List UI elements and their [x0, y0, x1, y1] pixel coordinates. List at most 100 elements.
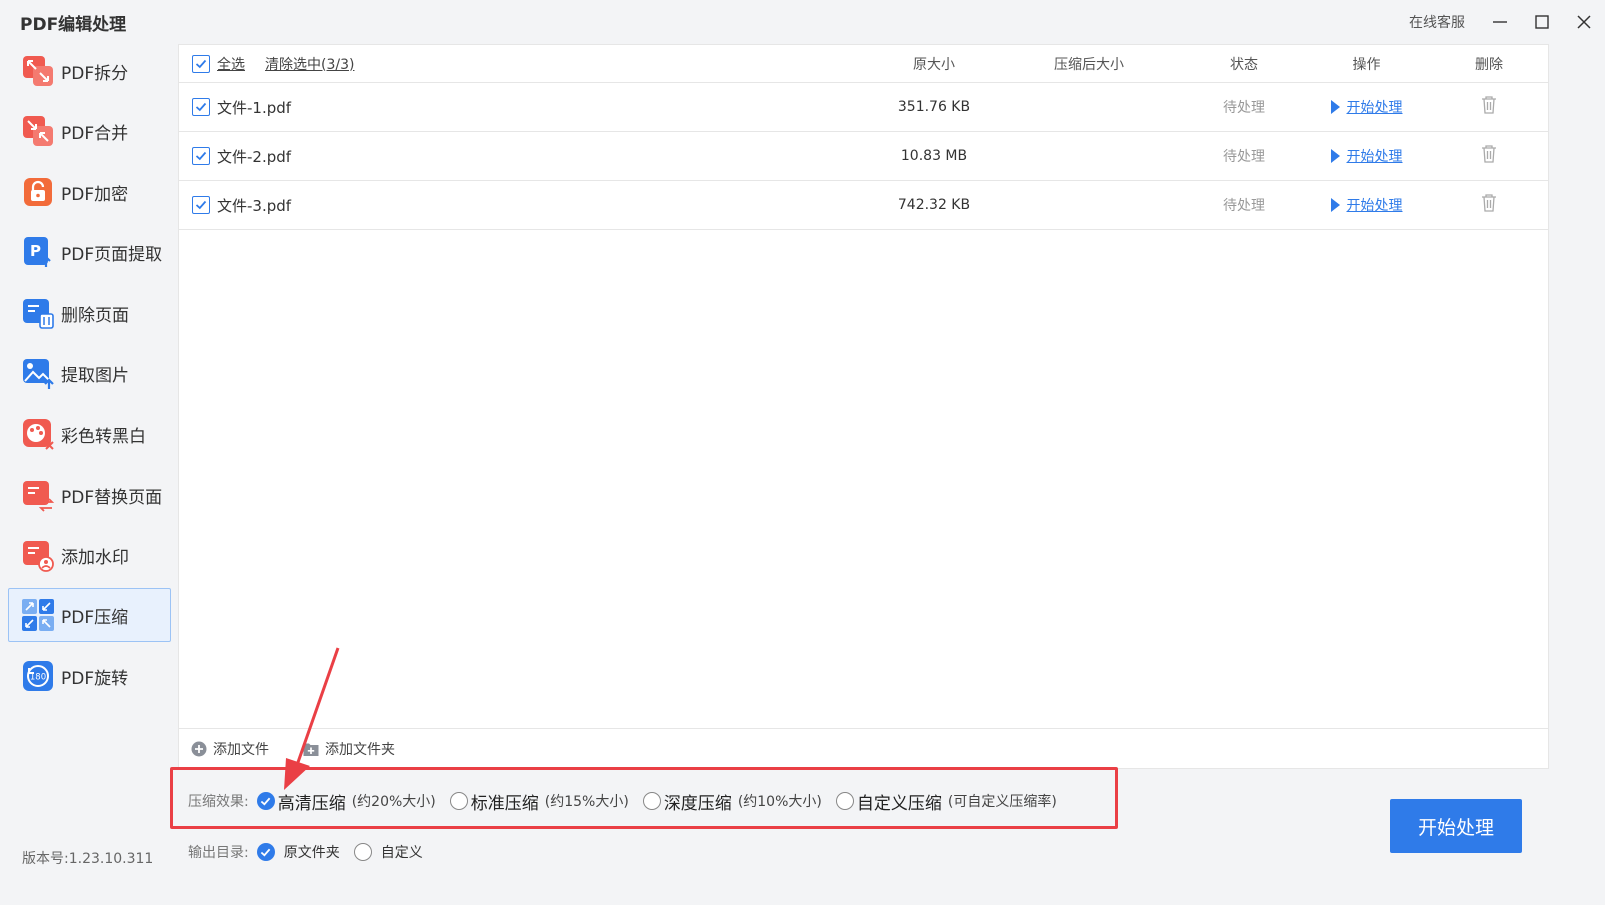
option-original-folder-label: 原文件夹: [283, 845, 340, 861]
sidebar-item-label: PDF加密: [61, 184, 129, 205]
checkmark-icon: [195, 59, 207, 69]
rotate-icon: 180: [21, 659, 55, 693]
watermark-icon: [21, 538, 55, 572]
minimize-button[interactable]: [1479, 0, 1521, 44]
file-size: 742.32 KB: [897, 197, 971, 213]
radio-custom-folder[interactable]: [353, 843, 372, 861]
checkmark-icon: [195, 151, 207, 161]
sidebar-item-encrypt[interactable]: PDF加密: [8, 165, 171, 219]
select-all-checkbox[interactable]: [192, 55, 210, 73]
start-process-link[interactable]: 开始处理: [1330, 195, 1403, 215]
sidebar-item-compress[interactable]: PDF压缩: [8, 588, 171, 642]
sidebar-item-label: PDF合并: [61, 123, 129, 144]
sidebar-item-label: 删除页面: [61, 305, 129, 326]
add-file-button[interactable]: 添加文件: [191, 739, 269, 759]
split-icon: [21, 54, 55, 88]
delete-row-button[interactable]: [1480, 144, 1498, 168]
file-status: 待处理: [1223, 149, 1265, 165]
header-orig-size: 原大小: [913, 56, 955, 73]
file-name: 文件-3.pdf: [217, 196, 292, 215]
table-row: 文件-2.pdf 10.83 MB 待处理 开始处理: [179, 132, 1548, 181]
select-all-link[interactable]: 全选: [217, 54, 245, 74]
row-checkbox[interactable]: [192, 147, 210, 165]
option-deep-label: 深度压缩: [663, 793, 732, 814]
file-status: 待处理: [1223, 198, 1265, 214]
rotate-badge-text: 180: [30, 673, 46, 683]
sidebar-item-label: PDF替换页面: [61, 487, 163, 508]
file-size: 351.76 KB: [897, 99, 971, 115]
option-hd-note: (约20%大小): [351, 794, 436, 810]
header-action: 操作: [1352, 56, 1381, 73]
sidebar-item-label: 彩色转黑白: [61, 426, 146, 447]
app-title: PDF编辑处理: [20, 15, 127, 35]
delete-page-icon: [21, 296, 55, 330]
sidebar-item-delete-page[interactable]: 删除页面: [8, 286, 171, 340]
header-status: 状态: [1230, 56, 1258, 73]
trash-icon: [1482, 96, 1496, 114]
close-button[interactable]: [1563, 0, 1605, 44]
file-size: 10.83 MB: [900, 148, 968, 164]
panel-footer: 添加文件 添加文件夹: [179, 728, 1548, 768]
delete-row-button[interactable]: [1480, 193, 1498, 217]
play-icon: [1330, 149, 1340, 163]
radio-deep-compression[interactable]: [642, 792, 661, 810]
sidebar-item-label: PDF页面提取: [61, 244, 163, 265]
merge-icon: [21, 114, 55, 148]
delete-row-button[interactable]: [1480, 95, 1498, 119]
sidebar: PDF拆分 PDF合并 PDF加密 P PDF页面提取 删除页面 提取图片 彩色…: [0, 44, 178, 905]
checkmark-icon: [260, 848, 271, 857]
sidebar-item-watermark[interactable]: 添加水印: [8, 528, 171, 582]
annotation-arrow: [284, 647, 340, 790]
sidebar-item-grayscale[interactable]: 彩色转黑白: [8, 407, 171, 461]
maximize-icon: [1535, 15, 1549, 29]
start-process-link[interactable]: 开始处理: [1330, 97, 1403, 117]
online-support-link[interactable]: 在线客服: [1409, 12, 1465, 32]
replace-page-icon: [21, 478, 55, 512]
window-controls: 在线客服: [1409, 0, 1605, 44]
option-custom-folder-label: 自定义: [380, 845, 423, 861]
checkmark-icon: [195, 102, 207, 112]
compress-icon: [21, 598, 55, 632]
header-delete: 删除: [1475, 56, 1503, 73]
sidebar-item-page-extract[interactable]: P PDF页面提取: [8, 225, 171, 279]
clear-selection-link[interactable]: 清除选中(3/3): [265, 54, 354, 74]
start-process-link[interactable]: 开始处理: [1330, 146, 1403, 166]
output-options: 输出目录: 原文件夹 自定义: [188, 840, 437, 864]
row-checkbox[interactable]: [192, 196, 210, 214]
play-icon: [1330, 198, 1340, 212]
title-bar: PDF编辑处理 在线客服: [0, 0, 1605, 44]
option-standard-label: 标准压缩: [470, 793, 539, 814]
trash-icon: [1482, 194, 1496, 212]
file-name: 文件-2.pdf: [217, 147, 292, 166]
lock-icon: [21, 175, 55, 209]
radio-custom-compression[interactable]: [835, 792, 854, 810]
table-row: 文件-1.pdf 351.76 KB 待处理 开始处理: [179, 83, 1548, 132]
table-header: 全选 清除选中(3/3) 原大小 压缩后大小 状态 操作 删除: [179, 45, 1548, 83]
output-label: 输出目录:: [188, 845, 249, 861]
option-custom-note: (可自定义压缩率): [947, 794, 1057, 810]
sidebar-item-label: PDF压缩: [61, 607, 129, 628]
table-row: 文件-3.pdf 742.32 KB 待处理 开始处理: [179, 181, 1548, 230]
sidebar-item-image-extract[interactable]: 提取图片: [8, 346, 171, 400]
sidebar-item-merge[interactable]: PDF合并: [8, 104, 171, 158]
option-custom-label: 自定义压缩: [856, 793, 942, 814]
radio-original-folder[interactable]: [256, 843, 275, 861]
compression-label: 压缩效果:: [188, 794, 249, 810]
image-extract-icon: [21, 356, 55, 390]
maximize-button[interactable]: [1521, 0, 1563, 44]
radio-standard-compression[interactable]: [449, 792, 468, 810]
minimize-icon: [1493, 21, 1507, 23]
sidebar-item-label: PDF拆分: [61, 63, 129, 84]
row-checkbox[interactable]: [192, 98, 210, 116]
play-icon: [1330, 100, 1340, 114]
sidebar-item-rotate[interactable]: 180 PDF旋转: [8, 649, 171, 703]
file-panel: 全选 清除选中(3/3) 原大小 压缩后大小 状态 操作 删除 文件-1.pdf…: [178, 44, 1549, 769]
sidebar-item-label: 添加水印: [61, 547, 129, 568]
start-processing-button[interactable]: 开始处理: [1390, 799, 1522, 853]
sidebar-item-replace-page[interactable]: PDF替换页面: [8, 468, 171, 522]
file-status: 待处理: [1223, 100, 1265, 116]
page-extract-icon: P: [21, 235, 55, 269]
sidebar-item-split[interactable]: PDF拆分: [8, 44, 171, 98]
version-label: 版本号:1.23.10.311: [22, 851, 154, 867]
close-icon: [1577, 15, 1591, 29]
